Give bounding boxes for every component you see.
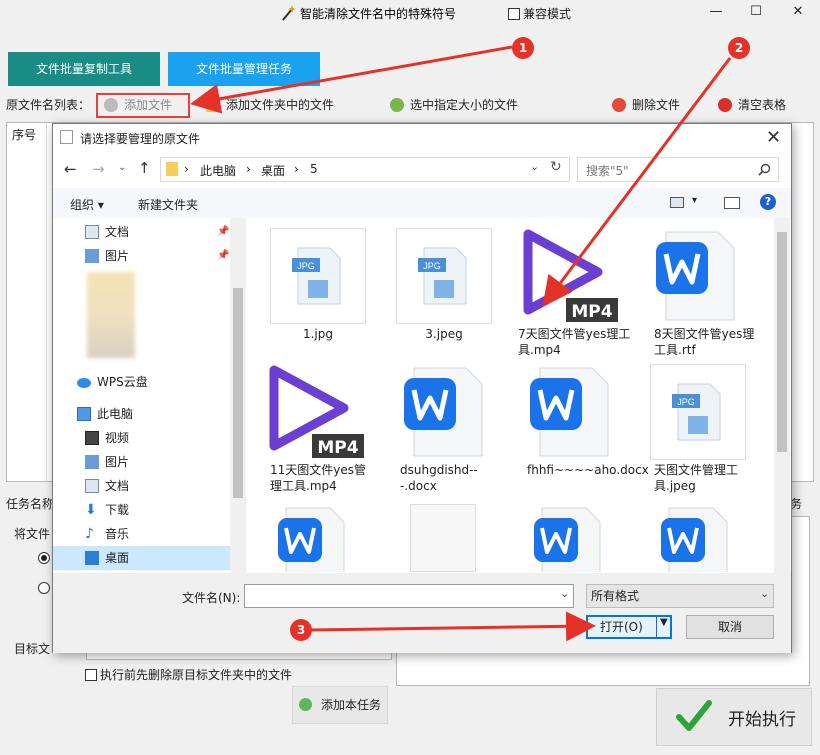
arrow-2: [542, 57, 732, 307]
step-marker-1: 1: [512, 37, 534, 59]
annotation-arrows: [190, 45, 732, 642]
arrow-3: [309, 611, 596, 642]
arrow-1: [190, 45, 513, 114]
step-marker-2: 2: [728, 37, 750, 59]
step-marker-3: 3: [290, 619, 312, 641]
